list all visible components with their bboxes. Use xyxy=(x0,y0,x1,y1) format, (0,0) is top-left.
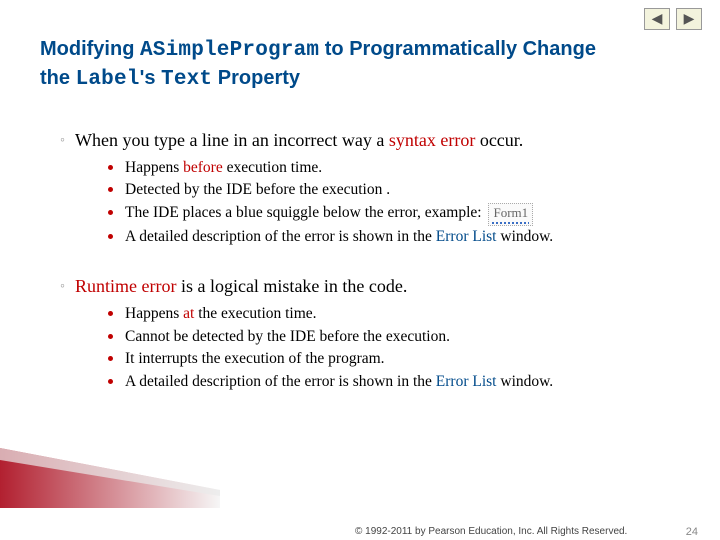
title-part: Modifying xyxy=(40,38,140,60)
bullet-text: When you type a line in an incorrect way… xyxy=(75,130,523,151)
diamond-icon: ◦ xyxy=(60,279,65,297)
bullet-icon xyxy=(108,165,113,170)
bullet-icon xyxy=(108,379,113,384)
list-item: Detected by the IDE before the execution… xyxy=(108,179,690,201)
list-item: Happens at the execution time. xyxy=(108,303,690,325)
diamond-icon: ◦ xyxy=(60,133,65,151)
title-part: Property xyxy=(212,67,300,89)
sublist: Happens at the execution time. Cannot be… xyxy=(108,303,690,393)
bullet-icon xyxy=(108,187,113,192)
bullet-icon xyxy=(108,356,113,361)
page-number: 24 xyxy=(686,526,698,538)
list-item: It interrupts the execution of the progr… xyxy=(108,348,690,370)
bullet-main: ◦ When you type a line in an incorrect w… xyxy=(60,130,690,151)
sublist: Happens before execution time. Detected … xyxy=(108,157,690,248)
next-button[interactable]: ▶ xyxy=(676,8,702,30)
title-code: Text xyxy=(161,68,212,91)
list-item: A detailed description of the error is s… xyxy=(108,226,690,248)
title-code: Label xyxy=(76,68,140,91)
section-runtime-error: ◦ Runtime error is a logical mistake in … xyxy=(60,276,690,393)
nav-buttons: ◀ ▶ xyxy=(644,8,702,30)
slide-body: ◦ When you type a line in an incorrect w… xyxy=(60,130,690,421)
bullet-text: Runtime error is a logical mistake in th… xyxy=(75,276,407,297)
bullet-icon xyxy=(108,210,113,215)
squiggle-example: Form1 xyxy=(488,203,533,226)
list-item: A detailed description of the error is s… xyxy=(108,371,690,393)
title-code: ASimpleProgram xyxy=(140,39,319,62)
bullet-icon xyxy=(108,311,113,316)
decorative-wedge xyxy=(0,438,220,508)
chevron-left-icon: ◀ xyxy=(652,11,663,28)
prev-button[interactable]: ◀ xyxy=(644,8,670,30)
slide-title: Modifying ASimpleProgram to Programmatic… xyxy=(40,36,600,95)
list-item: The IDE places a blue squiggle below the… xyxy=(108,202,690,226)
copyright-text: © 1992-2011 by Pearson Education, Inc. A… xyxy=(355,526,627,537)
chevron-right-icon: ▶ xyxy=(684,11,695,28)
bullet-main: ◦ Runtime error is a logical mistake in … xyxy=(60,276,690,297)
section-syntax-error: ◦ When you type a line in an incorrect w… xyxy=(60,130,690,248)
title-part: 's xyxy=(140,67,161,89)
bullet-icon xyxy=(108,234,113,239)
bullet-icon xyxy=(108,334,113,339)
list-item: Cannot be detected by the IDE before the… xyxy=(108,326,690,348)
list-item: Happens before execution time. xyxy=(108,157,690,179)
